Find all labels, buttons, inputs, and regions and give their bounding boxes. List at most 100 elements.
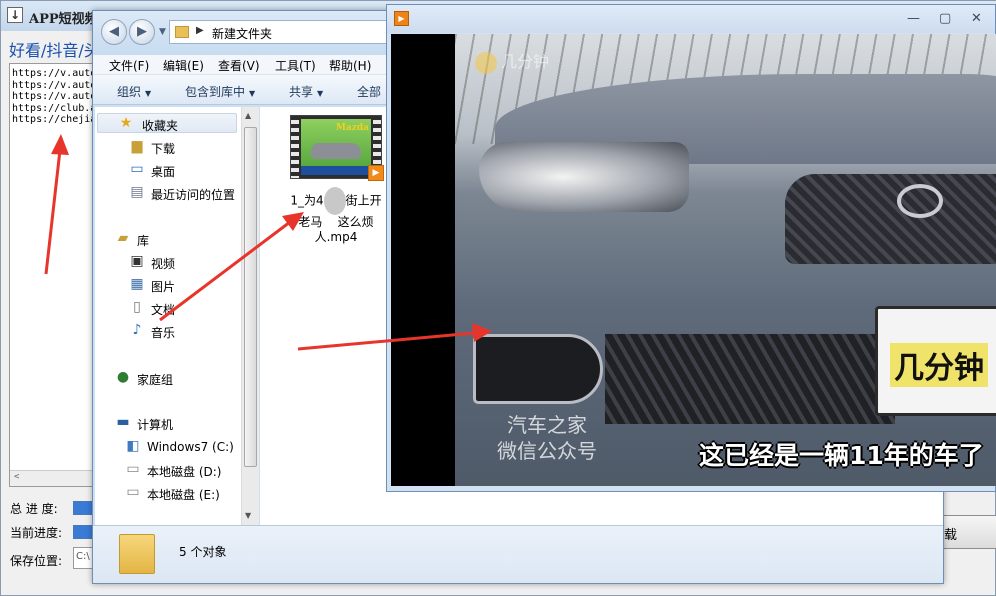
scroll-down-icon[interactable]: ▼	[245, 511, 251, 520]
thumbnail-caption-bar	[301, 166, 371, 175]
media-player-badge-icon: ▶	[368, 165, 384, 181]
fog-light-vent	[473, 334, 603, 404]
bumper-grille	[605, 334, 895, 424]
include-in-library-button[interactable]: 包含到库中 ▼	[185, 83, 255, 100]
channel-logo-icon	[475, 51, 497, 74]
download-arrow-icon: ↓	[7, 7, 23, 23]
back-button[interactable]: ◀	[101, 19, 127, 45]
nav-item-label: 图片	[151, 280, 176, 294]
file-name-part: 街上开	[345, 193, 382, 208]
url-line: https://v.auto	[12, 91, 95, 102]
downloads-folder-icon: ▆	[131, 138, 143, 154]
url-list-textarea[interactable]: https://v.auto https://v.auto https://v.…	[9, 63, 95, 487]
file-name-part: 老马	[298, 215, 323, 229]
homegroup-icon: ●	[116, 369, 130, 385]
nav-item-label: 下载	[151, 142, 176, 156]
channel-watermark-text: 几分钟	[501, 52, 550, 71]
chevron-down-icon: ▼	[317, 89, 324, 98]
menu-help[interactable]: 帮助(H)	[329, 57, 371, 74]
include-in-library-label: 包含到库中	[185, 85, 246, 99]
nav-item-homegroup[interactable]: ● 家庭组	[115, 368, 239, 388]
address-path[interactable]: 新建文件夹	[212, 25, 272, 42]
nav-item-drive-e[interactable]: ▭ 本地磁盘 (E:)	[125, 483, 241, 503]
url-line: https://club.a	[12, 102, 95, 114]
minimize-icon[interactable]: —	[907, 11, 920, 26]
car-logo-icon	[897, 184, 943, 218]
nav-item-drive-d[interactable]: ▭ 本地磁盘 (D:)	[125, 460, 241, 480]
nav-item-label: 音乐	[151, 326, 176, 340]
nav-item-documents[interactable]: ▯ 文档	[129, 298, 239, 318]
nav-item-music[interactable]: ♪ 音乐	[129, 321, 239, 341]
share-button[interactable]: 共享 ▼	[289, 83, 323, 100]
file-name-part: 1_为4	[290, 193, 324, 208]
download-button[interactable]: 载	[943, 515, 996, 549]
nav-item-label: 文档	[151, 303, 176, 317]
star-icon: ★	[119, 115, 133, 131]
redacted-blur	[323, 187, 346, 215]
nav-item-drive-c[interactable]: ◧ Windows7 (C:)	[125, 437, 241, 457]
forward-button[interactable]: ▶	[129, 19, 155, 45]
history-dropdown-icon[interactable]: ▼	[159, 27, 166, 37]
nav-item-label: 收藏夹	[142, 119, 179, 133]
car-front-scene: 几分钟 几分钟 汽车之家 微信公众号 这已经是一辆11年的车了	[455, 34, 996, 486]
hard-drive-icon: ▭	[126, 484, 140, 500]
maximize-icon[interactable]: ▢	[939, 11, 951, 26]
chevron-down-icon: ▼	[145, 89, 152, 98]
plate-text: 几分钟	[890, 343, 988, 387]
nav-item-computer[interactable]: ▬ 计算机	[115, 413, 239, 433]
channel-watermark: 几分钟	[475, 48, 549, 74]
menu-view[interactable]: 查看(V)	[218, 57, 260, 74]
file-item-mp4[interactable]: Mazda ▶ 1_为4 街上开 老马 这么烦 人.mp4	[272, 115, 384, 244]
hard-drive-icon: ▭	[126, 461, 140, 477]
nav-item-label: 计算机	[137, 418, 174, 432]
close-icon[interactable]: ✕	[971, 11, 982, 26]
folder-icon	[119, 534, 155, 574]
file-name-part: 人.mp4	[314, 230, 358, 244]
details-pane: 5 个对象	[93, 525, 943, 583]
app-title: APP短视频	[29, 12, 98, 27]
video-player-window: ▶ — ▢ ✕ 几分钟 几分钟 汽车之家 微信公众号 这已经是一辆11年的车了	[386, 4, 996, 492]
libraries-icon: ▰	[117, 230, 129, 246]
nav-item-recent[interactable]: ▤ 最近访问的位置	[129, 183, 241, 203]
all-button[interactable]: 全部	[357, 83, 381, 100]
scroll-left-icon[interactable]: <	[14, 472, 19, 484]
breadcrumb-chevron-icon[interactable]: ▶	[196, 25, 204, 36]
nav-item-label: 家庭组	[137, 373, 174, 387]
item-count: 5 个对象	[179, 545, 227, 559]
license-plate-board: 几分钟	[875, 306, 996, 416]
organize-button[interactable]: 组织 ▼	[117, 83, 151, 100]
url-line: https://v.auto	[12, 79, 95, 91]
all-label: 全部	[357, 85, 382, 99]
thumbnail-frame: Mazda	[301, 119, 371, 175]
computer-icon: ▬	[116, 414, 130, 430]
menu-file[interactable]: 文件(F)	[109, 57, 149, 74]
nav-item-favorites[interactable]: ★ 收藏夹	[97, 113, 237, 133]
menu-tools[interactable]: 工具(T)	[275, 57, 316, 74]
player-titlebar[interactable]: ▶ — ▢ ✕	[387, 5, 995, 33]
scroll-up-icon[interactable]: ▲	[245, 111, 251, 120]
video-icon: ▣	[130, 253, 144, 269]
total-progress-label: 总 进 度:	[10, 502, 58, 516]
back-arrow-icon: ◀	[109, 24, 119, 39]
scrollbar-thumb[interactable]	[244, 127, 257, 467]
music-note-icon: ♪	[132, 322, 142, 338]
menu-edit[interactable]: 编辑(E)	[163, 57, 204, 74]
nav-item-downloads[interactable]: ▆ 下载	[129, 137, 239, 157]
video-subtitle: 这已经是一辆11年的车了	[699, 441, 984, 470]
nav-item-label: 视频	[151, 257, 176, 271]
car-icon	[311, 143, 361, 159]
nav-pane-scrollbar[interactable]: ▲ ▼	[241, 107, 259, 525]
nav-item-desktop[interactable]: ▭ 桌面	[129, 160, 239, 180]
nav-item-videos[interactable]: ▣ 视频	[129, 252, 239, 272]
video-frame[interactable]: 几分钟 几分钟 汽车之家 微信公众号 这已经是一辆11年的车了	[391, 34, 996, 486]
watermark-line: 微信公众号	[497, 439, 597, 463]
nav-item-pictures[interactable]: ▦ 图片	[129, 275, 239, 295]
url-list-hscrollbar[interactable]: <	[10, 470, 94, 486]
chevron-down-icon: ▼	[249, 89, 256, 98]
nav-item-label: 本地磁盘 (E:)	[147, 488, 220, 502]
thumbnail-brand-text: Mazda	[335, 123, 369, 133]
file-name: 1_为4 街上开 老马 这么烦 人.mp4	[272, 187, 400, 245]
nav-item-libraries[interactable]: ▰ 库	[115, 229, 239, 249]
share-label: 共享	[289, 85, 314, 99]
documents-icon: ▯	[133, 299, 141, 315]
